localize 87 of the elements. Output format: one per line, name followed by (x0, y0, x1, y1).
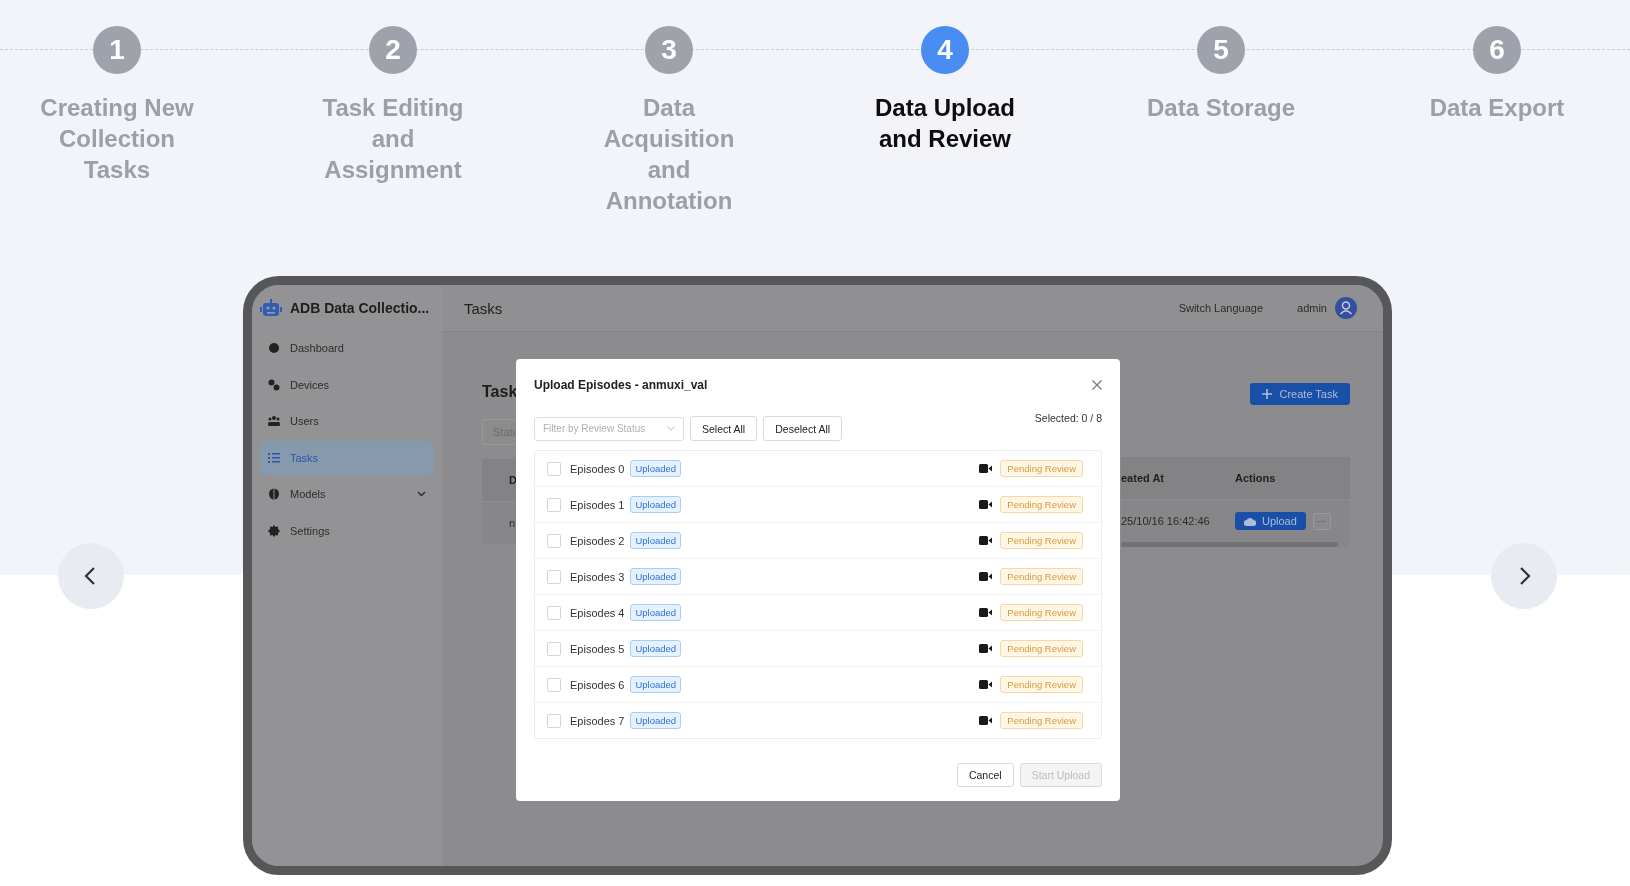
video-camera-icon[interactable] (979, 680, 993, 689)
column-header: eated At (1121, 472, 1165, 484)
review-status-tag: Pending Review (1000, 568, 1083, 585)
step-number[interactable]: 4 (921, 26, 969, 74)
review-status-tag: Pending Review (1000, 640, 1083, 657)
column-header: Actions (1235, 472, 1276, 484)
upload-status-tag: Uploaded (630, 496, 682, 513)
step-number[interactable]: 3 (645, 26, 693, 74)
people-icon (268, 415, 280, 427)
checkbox[interactable] (547, 461, 561, 476)
sidebar-item[interactable]: Tasks (260, 440, 434, 475)
switch-language-link[interactable]: Switch Language (1178, 302, 1264, 314)
episode-name: Episodes 2 (570, 534, 625, 547)
create-task-button[interactable]: Create Task (1249, 383, 1350, 405)
sidebar-item[interactable]: Settings (260, 513, 434, 548)
upload-status-tag: Uploaded (630, 676, 682, 693)
selected-count: Selected: 0 / 8 (1034, 412, 1102, 424)
video-camera-icon[interactable] (979, 608, 993, 617)
more-button[interactable]: ··· (1312, 512, 1331, 530)
chevron-down-icon (417, 491, 426, 497)
page-heading: Task (482, 383, 517, 401)
checkbox[interactable] (547, 641, 561, 656)
sidebar-item[interactable]: Dashboard (260, 331, 434, 365)
cancel-button[interactable]: Cancel (956, 763, 1014, 787)
episode-name: Episodes 6 (570, 678, 625, 691)
upload-status-tag: Uploaded (630, 460, 682, 477)
checkbox[interactable] (547, 533, 561, 548)
close-icon[interactable] (1092, 380, 1102, 390)
checkbox[interactable] (547, 605, 561, 620)
checkbox[interactable] (547, 713, 561, 728)
gear-icon (268, 524, 280, 537)
step-label: Data Export (1429, 93, 1565, 123)
plus-icon (1261, 389, 1272, 399)
review-status-tag: Pending Review (1000, 532, 1083, 549)
episode-name: Episodes 1 (570, 498, 625, 511)
review-status-tag: Pending Review (1000, 604, 1083, 621)
review-status-tag: Pending Review (1000, 676, 1083, 693)
table-cell: n (509, 517, 516, 529)
step-label: Creating New Collection Tasks (39, 93, 195, 185)
column-header: D (509, 474, 517, 486)
step-label: Task Editing and Assignment (321, 93, 465, 185)
step-number[interactable]: 1 (93, 26, 141, 74)
page-title: Tasks (464, 299, 503, 317)
select-all-button[interactable]: Select All (690, 416, 758, 441)
video-camera-icon[interactable] (979, 536, 993, 545)
dialog-title: Upload Episodes - anmuxi_val (534, 378, 708, 392)
video-camera-icon[interactable] (979, 500, 993, 509)
review-status-tag: Pending Review (1000, 460, 1083, 477)
checkbox[interactable] (547, 677, 561, 692)
table-cell-text: 25/10/16 16:42:46 (1121, 515, 1211, 527)
episode-name: Episodes 5 (570, 642, 625, 655)
cloud-icon (1244, 516, 1256, 526)
upload-status-tag: Uploaded (630, 640, 682, 657)
upload-status-tag: Uploaded (630, 604, 682, 621)
robot-icon (260, 298, 282, 318)
review-status-tag: Pending Review (1000, 712, 1083, 729)
step-number[interactable]: 2 (369, 26, 417, 74)
step-label: Data Acquisition and Annotation (602, 93, 736, 216)
video-camera-icon[interactable] (979, 464, 993, 473)
deselect-all-button[interactable]: Deselect All (763, 416, 843, 441)
video-camera-icon[interactable] (979, 572, 993, 581)
step-label: Data Upload and Review (874, 93, 1016, 154)
step-number[interactable]: 6 (1473, 26, 1521, 74)
upload-button[interactable]: Upload (1235, 512, 1306, 530)
app-title: ADB Data Collectio... (290, 300, 430, 316)
episode-name: Episodes 4 (570, 606, 625, 619)
review-status-tag: Pending Review (1000, 496, 1083, 513)
step-number[interactable]: 5 (1197, 26, 1245, 74)
checkbox[interactable] (547, 497, 561, 512)
list-icon (268, 451, 280, 464)
episode-name: Episodes 0 (570, 462, 625, 475)
episode-name: Episodes 7 (570, 714, 625, 727)
upload-status-tag: Uploaded (630, 532, 682, 549)
checkbox[interactable] (547, 569, 561, 584)
sidebar-item[interactable]: Users (260, 404, 434, 438)
step-label: Data Storage (1146, 93, 1295, 123)
upload-status-tag: Uploaded (630, 712, 682, 729)
video-camera-icon[interactable] (979, 644, 993, 653)
username: admin (1297, 302, 1327, 314)
upload-status-tag: Uploaded (630, 568, 682, 585)
chevron-down-icon (667, 426, 675, 431)
review-status-filter[interactable]: Filter by Review Status (534, 416, 684, 441)
video-camera-icon[interactable] (979, 716, 993, 725)
sidebar-item[interactable]: Models (260, 477, 434, 511)
avatar-icon[interactable] (1335, 297, 1357, 319)
episode-name: Episodes 3 (570, 570, 625, 583)
sidebar-item[interactable]: Devices (260, 367, 434, 402)
